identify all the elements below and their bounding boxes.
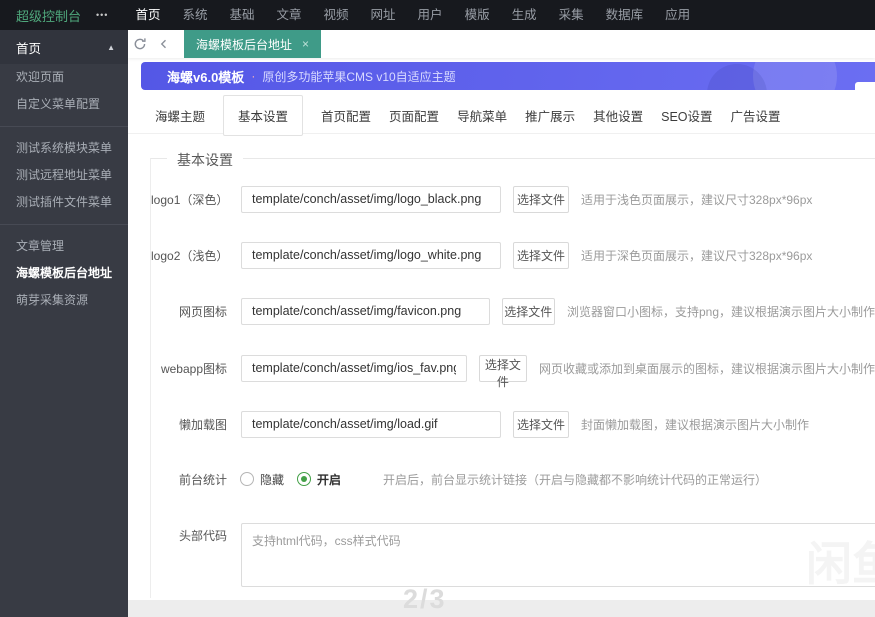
field-hint: 网页收藏或添加到桌面展示的图标，建议根据演示图片大小制作 xyxy=(538,361,875,376)
field-hint: 适用于浅色页面展示，建议尺寸328px*96px xyxy=(581,192,813,207)
topbar-nav-item[interactable]: 网址 xyxy=(360,0,407,30)
radio-checked-icon[interactable] xyxy=(297,472,312,486)
settings-tab[interactable]: 基本设置 xyxy=(223,94,304,136)
field-label: 头部代码 xyxy=(178,529,227,543)
field-label: logo2（浅色） xyxy=(151,248,229,263)
banner-separator: · xyxy=(251,69,256,83)
settings-tab[interactable]: 广告设置 xyxy=(731,106,781,125)
file-path-input[interactable] xyxy=(241,297,490,325)
radio-option[interactable]: 开启 xyxy=(297,471,341,488)
sidebar-item[interactable]: 文章管理 xyxy=(0,233,128,260)
field-label: webapp图标 xyxy=(160,361,227,376)
banner-title: 海螺v6.0模板 xyxy=(167,69,245,85)
more-menu-icon[interactable]: ••• xyxy=(96,10,108,20)
head-code-textarea[interactable] xyxy=(241,523,875,587)
topbar-nav-item[interactable]: 文章 xyxy=(266,0,313,30)
sidebar-group-label: 首页 xyxy=(16,41,42,56)
field-label: 懒加载图 xyxy=(178,417,227,432)
topbar-nav-item[interactable]: 首页 xyxy=(124,0,171,30)
topbar-nav: 首页 系统 基础 文章 视频 网址 用户 模版 生成 采集 数据库 应用 xyxy=(124,0,701,30)
theme-banner: 海螺v6.0模板 · 原创多功能苹果CMS v10自适应主题 xyxy=(141,62,875,90)
topbar-nav-item[interactable]: 数据库 xyxy=(595,0,655,30)
tab-strip: 海螺模板后台地址 × xyxy=(128,30,875,58)
topbar-nav-item[interactable]: 系统 xyxy=(171,0,218,30)
corner-decoration xyxy=(855,82,875,95)
form-row: 网页图标 选择文件浏览器窗口小图标，支持png，建议根据演示图片大小制作 xyxy=(151,297,875,325)
radio-option-label: 开启 xyxy=(317,472,342,487)
file-path-input[interactable] xyxy=(241,410,501,438)
form-row: webapp图标 选择文件网页收藏或添加到桌面展示的图标，建议根据演示图片大小制作 xyxy=(151,354,875,389)
topbar-nav-item[interactable]: 采集 xyxy=(548,0,595,30)
topbar: 超级控制台 ••• 首页 系统 基础 文章 视频 网址 用户 模版 生成 采集 数据库 应用 xyxy=(0,0,875,30)
topbar-nav-item[interactable]: 视频 xyxy=(313,0,360,30)
watermark-text: 闲鱼 xyxy=(806,538,875,590)
settings-tab[interactable]: SEO设置 xyxy=(661,106,712,125)
page-indicator-watermark: 2/3 xyxy=(403,584,447,614)
settings-tab[interactable]: 页面配置 xyxy=(389,106,439,125)
banner-subtitle: 原创多功能苹果CMS v10自适应主题 xyxy=(262,69,456,84)
choose-file-button[interactable]: 选择文件 xyxy=(513,241,569,269)
sidebar-item[interactable]: 测试远程地址菜单 xyxy=(0,162,128,189)
section-title: 基本设置 xyxy=(167,150,243,170)
file-path-input[interactable] xyxy=(241,241,501,269)
sidebar-divider xyxy=(0,224,128,225)
sidebar-item[interactable]: 测试系统模块菜单 xyxy=(0,135,128,162)
sidebar-group-header[interactable]: 首页 ▲ xyxy=(0,30,128,64)
basic-settings-fieldset: 基本设置 logo1（深色）选择文件适用于浅色页面展示，建议尺寸328px*96… xyxy=(150,150,875,598)
file-path-input[interactable] xyxy=(241,354,467,382)
stats-radio-row: 前台统计 隐藏 开启 开启后，前台显示统计链接（开启与隐藏都不影响统计代码的正常运… xyxy=(151,465,875,493)
topbar-nav-item[interactable]: 应用 xyxy=(654,0,701,30)
field-hint: 封面懒加载图，建议根据演示图片大小制作 xyxy=(581,417,810,432)
form-row: 懒加载图 选择文件封面懒加载图，建议根据演示图片大小制作 xyxy=(151,410,875,438)
topbar-nav-item[interactable]: 基础 xyxy=(218,0,265,30)
field-hint: 浏览器窗口小图标，支持png，建议根据演示图片大小制作 xyxy=(566,304,875,319)
field-label: 网页图标 xyxy=(178,304,227,319)
sidebar-item[interactable]: 自定义菜单配置 xyxy=(0,91,128,118)
sidebar-item[interactable]: 萌芽采集资源 xyxy=(0,287,128,314)
radio-option[interactable]: 隐藏 xyxy=(240,471,284,488)
sidebar-divider xyxy=(0,126,128,127)
radio-options: 隐藏 开启 xyxy=(227,471,341,488)
field-hint: 开启后，前台显示统计链接（开启与隐藏都不影响统计代码的正常运行） xyxy=(383,472,768,487)
page-tab-active[interactable]: 海螺模板后台地址 × xyxy=(184,30,322,58)
settings-tab[interactable]: 推广展示 xyxy=(525,106,575,125)
settings-tab[interactable]: 其他设置 xyxy=(593,106,643,125)
choose-file-button[interactable]: 选择文件 xyxy=(478,354,527,389)
collapse-caret-icon: ▲ xyxy=(107,42,115,52)
app-brand: 超级控制台 xyxy=(16,8,82,24)
sidebar-item[interactable]: 测试插件文件菜单 xyxy=(0,189,128,216)
radio-unchecked-icon[interactable] xyxy=(240,472,254,486)
form-row: logo2（浅色） 选择文件适用于深色页面展示，建议尺寸328px*96px xyxy=(151,241,875,269)
field-hint: 适用于深色页面展示，建议尺寸328px*96px xyxy=(581,248,813,263)
close-tab-icon[interactable]: × xyxy=(302,37,309,51)
topbar-nav-item[interactable]: 用户 xyxy=(407,0,454,30)
settings-tab[interactable]: 首页配置 xyxy=(321,106,371,125)
back-icon[interactable] xyxy=(152,30,176,58)
bottom-strip xyxy=(128,600,875,617)
settings-tab[interactable]: 导航菜单 xyxy=(457,106,507,125)
app-window: 超级控制台 ••• 首页 系统 基础 文章 视频 网址 用户 模版 生成 采集 数据库 应用 首页 ▲ 欢… xyxy=(0,0,875,617)
settings-tab[interactable]: 海螺主题 xyxy=(155,106,205,125)
choose-file-button[interactable]: 选择文件 xyxy=(513,410,569,438)
file-path-input[interactable] xyxy=(241,185,501,213)
form-row: logo1（深色） 选择文件适用于浅色页面展示，建议尺寸328px*96px xyxy=(151,185,875,213)
choose-file-button[interactable]: 选择文件 xyxy=(501,297,555,325)
radio-option-label: 隐藏 xyxy=(260,472,285,487)
settings-tabs: 海螺主题 基本设置 首页配置 页面配置 导航菜单 推广展示 其他设置 SEO设置 广告设置 xyxy=(128,94,875,136)
page-tab-label: 海螺模板后台地址 xyxy=(196,37,293,52)
sidebar-menu: 首页 ▲ 欢迎页面 自定义菜单配置 测试系统模块菜单 测试远程地址菜单 测试插件文件菜单 文章… xyxy=(0,30,128,617)
sidebar-item[interactable]: 欢迎页面 xyxy=(0,64,128,91)
choose-file-button[interactable]: 选择文件 xyxy=(513,185,569,213)
sidebar-item[interactable]: 海螺模板后台地址 xyxy=(0,260,128,287)
topbar-nav-item[interactable]: 模版 xyxy=(454,0,501,30)
topbar-nav-item[interactable]: 生成 xyxy=(501,0,548,30)
field-label: 前台统计 xyxy=(178,472,227,487)
field-label: logo1（深色） xyxy=(151,192,229,207)
refresh-icon[interactable] xyxy=(128,30,152,58)
